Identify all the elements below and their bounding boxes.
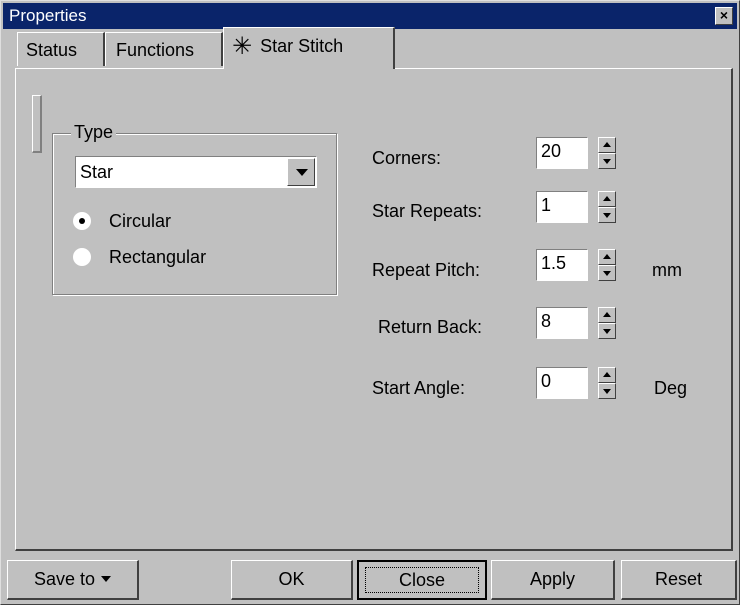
return-back-spin-up[interactable] <box>598 307 616 323</box>
apply-label: Apply <box>529 569 576 589</box>
repeat-pitch-spin-up[interactable] <box>598 249 616 265</box>
close-icon: × <box>719 7 729 23</box>
arrow-up-icon <box>603 142 611 147</box>
radio-circular-label: Circular <box>109 211 172 231</box>
start-angle-spin-down[interactable] <box>598 383 616 399</box>
start-angle-unit: Deg <box>654 378 688 398</box>
radio-circular-button[interactable] <box>73 212 91 230</box>
tab-status-label: Status <box>26 40 78 60</box>
tab-functions-label: Functions <box>116 40 195 60</box>
star-stitch-icon: ✳ <box>232 33 253 60</box>
title-bar[interactable]: Properties × <box>3 3 737 29</box>
repeat-pitch-input[interactable]: 1.5 <box>536 249 588 281</box>
close-window-button[interactable]: × <box>715 7 733 25</box>
toolbar-grip-handle[interactable] <box>32 95 42 153</box>
arrow-down-icon <box>603 389 611 394</box>
close-label: Close <box>398 570 446 590</box>
star-stitch-page: Type Star Circular Rectangular Corners: … <box>15 68 733 551</box>
star-repeats-input[interactable]: 1 <box>536 191 588 223</box>
start-angle-spin-up[interactable] <box>598 367 616 383</box>
ok-label: OK <box>278 569 305 589</box>
arrow-up-icon <box>603 312 611 317</box>
save-to-label: Save to <box>33 569 96 589</box>
chevron-down-icon <box>296 169 308 176</box>
close-button[interactable]: Close <box>357 560 487 600</box>
apply-button[interactable]: Apply <box>491 560 615 600</box>
return-back-label: Return Back: <box>378 317 483 337</box>
arrow-down-icon <box>603 213 611 218</box>
arrow-up-icon <box>603 372 611 377</box>
return-back-input[interactable]: 8 <box>536 307 588 339</box>
properties-window: Properties × Status Functions ✳ Star Stit… <box>0 0 740 605</box>
star-repeats-label: Star Repeats: <box>372 201 483 221</box>
repeat-pitch-unit: mm <box>652 260 682 280</box>
arrow-down-icon <box>603 159 611 164</box>
arrow-up-icon <box>603 196 611 201</box>
arrow-up-icon <box>603 254 611 259</box>
star-repeats-spin-down[interactable] <box>598 207 616 223</box>
radio-rectangular-label: Rectangular <box>109 247 207 267</box>
start-angle-label: Start Angle: <box>372 378 466 398</box>
save-to-button[interactable]: Save to <box>7 560 139 600</box>
star-repeats-spin-up[interactable] <box>598 191 616 207</box>
corners-spin-down[interactable] <box>598 153 616 169</box>
start-angle-input[interactable]: 0 <box>536 367 588 399</box>
window-title: Properties <box>9 6 87 25</box>
star-repeats-spinner[interactable] <box>598 191 616 223</box>
reset-button[interactable]: Reset <box>621 560 737 600</box>
type-group-label: Type <box>71 122 117 143</box>
tab-functions[interactable]: Functions <box>105 32 223 66</box>
tab-star-stitch[interactable]: ✳ Star Stitch <box>223 27 395 69</box>
corners-spinner[interactable] <box>598 137 616 169</box>
start-angle-spinner[interactable] <box>598 367 616 399</box>
return-back-spinner[interactable] <box>598 307 616 339</box>
corners-label: Corners: <box>372 148 442 168</box>
radio-selected-dot <box>79 218 85 224</box>
arrow-down-icon <box>603 329 611 334</box>
type-combobox[interactable]: Star <box>75 156 317 188</box>
tab-star-stitch-label: Star Stitch <box>260 36 344 56</box>
repeat-pitch-spinner[interactable] <box>598 249 616 281</box>
tab-status[interactable]: Status <box>17 32 105 66</box>
return-back-spin-down[interactable] <box>598 323 616 339</box>
corners-spin-up[interactable] <box>598 137 616 153</box>
arrow-down-icon <box>603 271 611 276</box>
repeat-pitch-label: Repeat Pitch: <box>372 260 481 280</box>
corners-input[interactable]: 20 <box>536 137 588 169</box>
reset-label: Reset <box>654 569 703 589</box>
dropdown-arrow-icon <box>101 576 112 582</box>
type-combo-value: Star <box>80 162 114 182</box>
ok-button[interactable]: OK <box>231 560 353 600</box>
type-groupbox: Type Star Circular Rectangular <box>52 122 337 295</box>
repeat-pitch-spin-down[interactable] <box>598 265 616 281</box>
radio-rectangular-button[interactable] <box>73 248 91 266</box>
type-combo-dropdown-button[interactable] <box>287 158 315 186</box>
